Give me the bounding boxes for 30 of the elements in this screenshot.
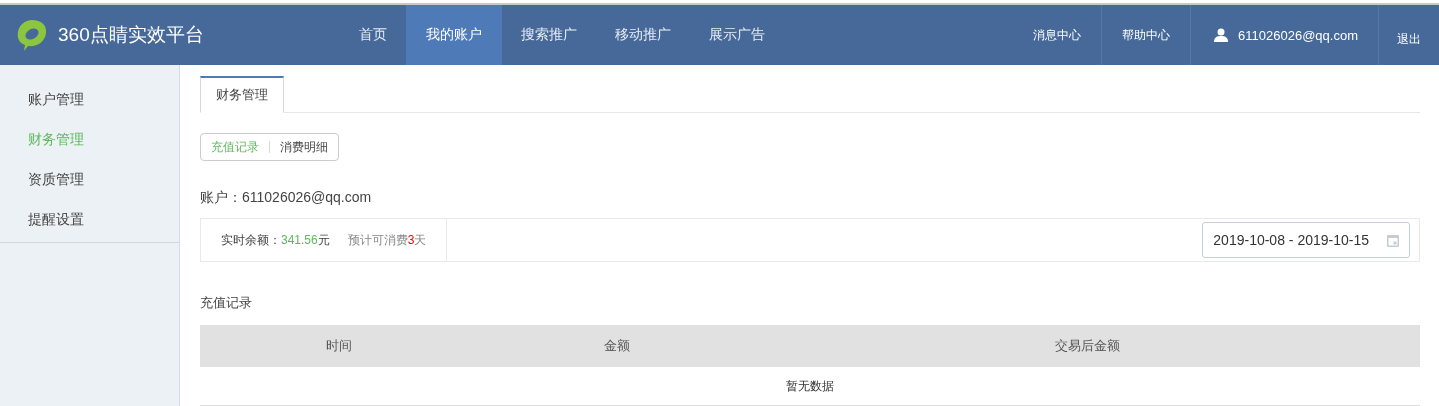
column-header: 时间: [200, 325, 478, 367]
column-header: 交易后金额: [755, 325, 1420, 367]
day-unit: 天: [414, 232, 427, 247]
balance-label: 实时余额：: [221, 232, 281, 247]
balance-amount: 341.56: [281, 232, 318, 247]
empty-message: 暂无数据: [200, 367, 1420, 406]
sidebar-item[interactable]: 账户管理: [0, 79, 179, 119]
tab[interactable]: 财务管理: [200, 76, 284, 113]
nav-tab[interactable]: 展示广告: [690, 5, 784, 65]
account-label: 账户：611026026@qq.com: [200, 189, 373, 207]
segment-tab[interactable]: 消费明细: [280, 138, 328, 156]
column-header: 金额: [477, 325, 756, 367]
nav-tab[interactable]: 搜索推广: [502, 5, 596, 65]
sidebar-item[interactable]: 提醒设置: [0, 199, 179, 239]
forecast-days: 3: [407, 232, 415, 247]
logout-link[interactable]: 退出: [1378, 5, 1439, 65]
user-icon: [1214, 28, 1229, 42]
nav-tab[interactable]: 首页: [340, 5, 406, 65]
header-link[interactable]: 消息中心: [1013, 5, 1102, 65]
nav-tab[interactable]: 我的账户: [406, 5, 502, 65]
nav-tab[interactable]: 移动推广: [596, 5, 690, 65]
date-range-field[interactable]: 2019-10-08 - 2019-10-15: [1202, 222, 1410, 258]
section-title: 充值记录: [200, 294, 253, 312]
header-link[interactable]: 帮助中心: [1101, 5, 1191, 65]
calendar-icon: [1387, 233, 1399, 247]
logo-text: 360点睛实效平台: [58, 23, 204, 47]
currency-unit: 元: [317, 232, 330, 247]
sidebar-item[interactable]: 资质管理: [0, 159, 179, 199]
user-link[interactable]: 611026026@qq.com: [1190, 5, 1378, 65]
forecast-label: 预计可消费: [347, 232, 408, 247]
